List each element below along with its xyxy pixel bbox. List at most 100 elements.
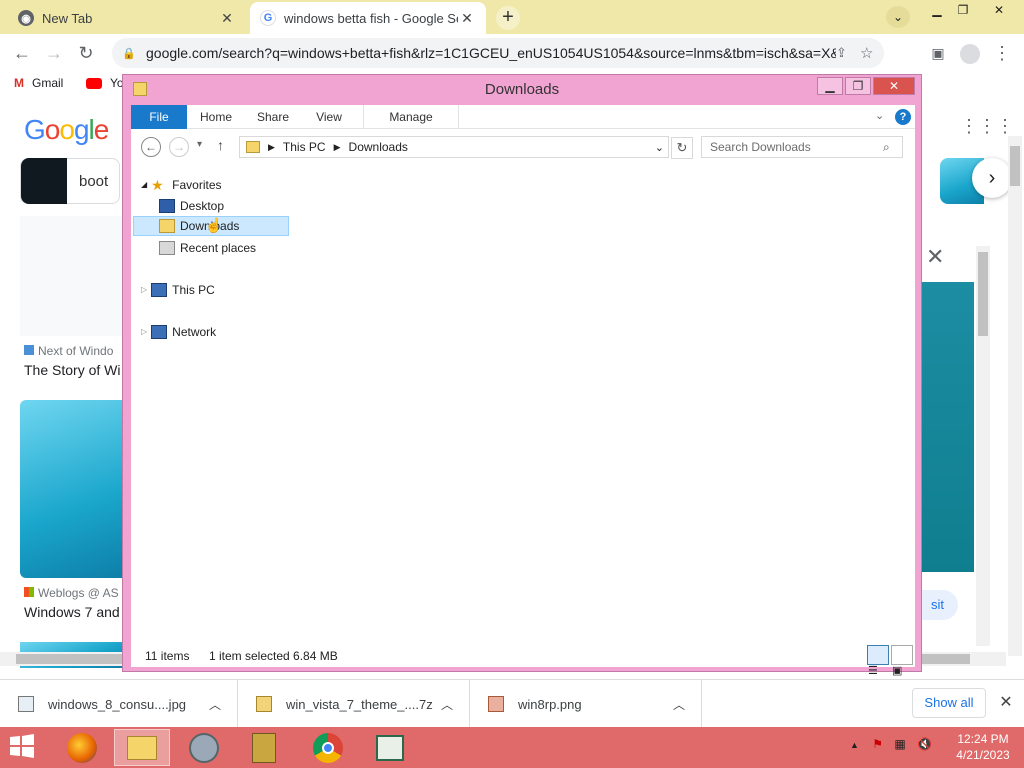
show-all-button[interactable]: Show all <box>912 688 986 718</box>
download-filename: win_vista_7_theme_....7z <box>286 696 433 712</box>
chevron-down-icon[interactable]: ⌄ <box>655 141 664 154</box>
nav-desktop[interactable]: Desktop <box>159 196 224 216</box>
taskbar-app[interactable] <box>176 729 232 766</box>
ribbon-tab-view[interactable]: View <box>307 105 351 129</box>
search-icon[interactable]: ⌕ <box>883 140 890 155</box>
nav-this-pc[interactable]: ▷ This PC <box>141 280 215 300</box>
breadcrumb-this-pc[interactable]: This PC <box>283 140 326 154</box>
download-item[interactable]: win8rp.png ︿ <box>470 680 702 728</box>
volume-muted-icon[interactable]: 🔇 <box>917 737 932 751</box>
download-filename: windows_8_consu....jpg <box>48 696 187 712</box>
large-icons-view-button[interactable]: ▣ <box>891 645 913 677</box>
clock[interactable]: 12:24 PM 4/21/2023 <box>948 731 1018 763</box>
selection-info: 1 item selected 6.84 MB <box>209 649 338 663</box>
taskbar-window-app[interactable] <box>362 729 418 766</box>
minimize-button[interactable]: ▁ <box>817 77 843 95</box>
chevron-right-icon: ▶ <box>268 141 275 152</box>
bookmark-youtube[interactable]: Yo <box>86 76 124 90</box>
restore-button[interactable]: ❐ <box>950 2 976 18</box>
scrollbar-thumb[interactable] <box>1010 146 1020 186</box>
new-tab-button[interactable]: + <box>496 6 520 30</box>
chips-next-button[interactable]: › <box>972 158 1012 198</box>
star-icon[interactable]: ☆ <box>860 44 884 62</box>
address-row: ← → ▾ ↑ ▶ This PC ▶ Downloads ⌄ ↻ Search… <box>131 129 915 165</box>
refresh-icon: ↻ <box>676 140 688 155</box>
side-panel-button[interactable]: ▣ <box>926 42 950 66</box>
show-hidden-icons-icon[interactable]: ▲ <box>850 740 859 750</box>
recent-locations-button[interactable]: ▾ <box>197 139 202 150</box>
arrow-up-icon: ↑ <box>217 137 224 153</box>
bookmark-gmail[interactable]: M Gmail <box>14 76 63 90</box>
ribbon-tab-manage[interactable]: Manage <box>363 105 459 129</box>
taskbar-firefox[interactable] <box>54 729 110 766</box>
back-button[interactable]: ← <box>141 137 161 157</box>
chevron-up-icon[interactable]: ︿ <box>673 696 685 713</box>
details-view-button[interactable]: ☰ <box>867 645 889 677</box>
result-title[interactable]: Windows 7 and <box>24 604 120 620</box>
menu-button[interactable]: ⋮ <box>990 42 1014 66</box>
reload-button[interactable]: ↻ <box>74 42 98 66</box>
start-button[interactable] <box>8 733 40 761</box>
tab-new-tab[interactable]: ◉ New Tab ✕ <box>8 2 246 34</box>
up-button[interactable]: ↑ <box>217 137 224 153</box>
forward-button[interactable]: → <box>169 137 189 157</box>
tab-google-search[interactable]: G windows betta fish - Google Sea ✕ <box>250 2 486 34</box>
ribbon-tab-home[interactable]: Home <box>193 105 239 129</box>
refresh-button[interactable]: ↻ <box>671 137 693 159</box>
address-field[interactable]: ▶ This PC ▶ Downloads ⌄ <box>239 136 669 158</box>
back-button[interactable]: ← <box>10 42 34 66</box>
forward-button[interactable]: → <box>42 42 66 66</box>
chevron-up-icon[interactable]: ︿ <box>209 696 221 713</box>
result-title[interactable]: The Story of Wi <box>24 362 120 378</box>
close-tab-icon[interactable]: ✕ <box>458 10 476 27</box>
nav-network[interactable]: ▷ Network <box>141 322 216 342</box>
system-tray: ▲ ⚑ ▦ 🔇 <box>850 737 932 751</box>
file-explorer-icon <box>127 735 157 760</box>
expand-ribbon-icon[interactable]: ⌄ <box>875 109 884 122</box>
minimize-button[interactable]: ▁ <box>924 2 950 18</box>
result-image[interactable] <box>20 216 122 336</box>
related-search-chip[interactable]: boot <box>20 158 120 204</box>
page-scrollbar[interactable] <box>1008 136 1022 656</box>
scrollbar-thumb[interactable] <box>978 252 988 336</box>
taskbar-archiver[interactable] <box>236 729 292 766</box>
file-list-pane[interactable] <box>291 165 915 633</box>
share-icon[interactable]: ⇪ <box>836 45 860 61</box>
close-download-shelf-icon[interactable]: ✕ <box>996 692 1016 712</box>
chevron-up-icon[interactable]: ︿ <box>441 696 453 713</box>
result-source[interactable]: Next of Windo <box>24 344 113 358</box>
close-tab-icon[interactable]: ✕ <box>218 10 236 27</box>
download-item[interactable]: windows_8_consu....jpg ︿ <box>0 680 238 728</box>
download-filename: win8rp.png <box>518 696 582 712</box>
network-icon <box>151 325 168 339</box>
apps-grid-icon[interactable]: ⋮⋮⋮ <box>960 116 1014 137</box>
download-item[interactable]: win_vista_7_theme_....7z ︿ <box>238 680 470 728</box>
nav-favorites[interactable]: ◢ ★ Favorites <box>141 175 222 195</box>
ribbon-tab-share[interactable]: Share <box>249 105 297 129</box>
help-icon[interactable]: ? <box>895 109 911 125</box>
ribbon-tab-file[interactable]: File <box>131 105 187 129</box>
breadcrumb-downloads[interactable]: Downloads <box>349 140 408 154</box>
search-input[interactable]: Search Downloads <box>701 136 903 158</box>
nav-label: Network <box>172 325 217 339</box>
maximize-button[interactable]: ❐ <box>845 77 871 95</box>
result-image[interactable] <box>20 400 122 578</box>
address-bar[interactable]: 🔒 google.com/search?q=windows+betta+fish… <box>112 38 884 68</box>
source-text: Next of Windo <box>38 344 114 358</box>
nav-recent-places[interactable]: Recent places <box>159 238 256 258</box>
close-button[interactable]: ✕ <box>873 77 915 95</box>
taskbar-chrome[interactable] <box>300 729 356 766</box>
taskbar-file-explorer[interactable] <box>114 729 170 766</box>
network-tray-icon[interactable]: ▦ <box>894 737 905 751</box>
profile-button[interactable] <box>958 42 982 66</box>
preview-image[interactable] <box>922 282 974 572</box>
google-logo[interactable]: Google <box>24 114 109 146</box>
collapse-arrow-icon: ▷ <box>141 285 148 294</box>
close-preview-icon[interactable]: ✕ <box>926 244 944 270</box>
close-window-button[interactable]: ✕ <box>986 2 1012 18</box>
result-source[interactable]: Weblogs @ AS <box>24 586 119 600</box>
tab-search-button[interactable]: ⌄ <box>886 6 910 28</box>
item-count: 11 items <box>145 649 190 663</box>
preview-scrollbar[interactable] <box>976 246 990 646</box>
action-center-icon[interactable]: ⚑ <box>872 737 883 751</box>
